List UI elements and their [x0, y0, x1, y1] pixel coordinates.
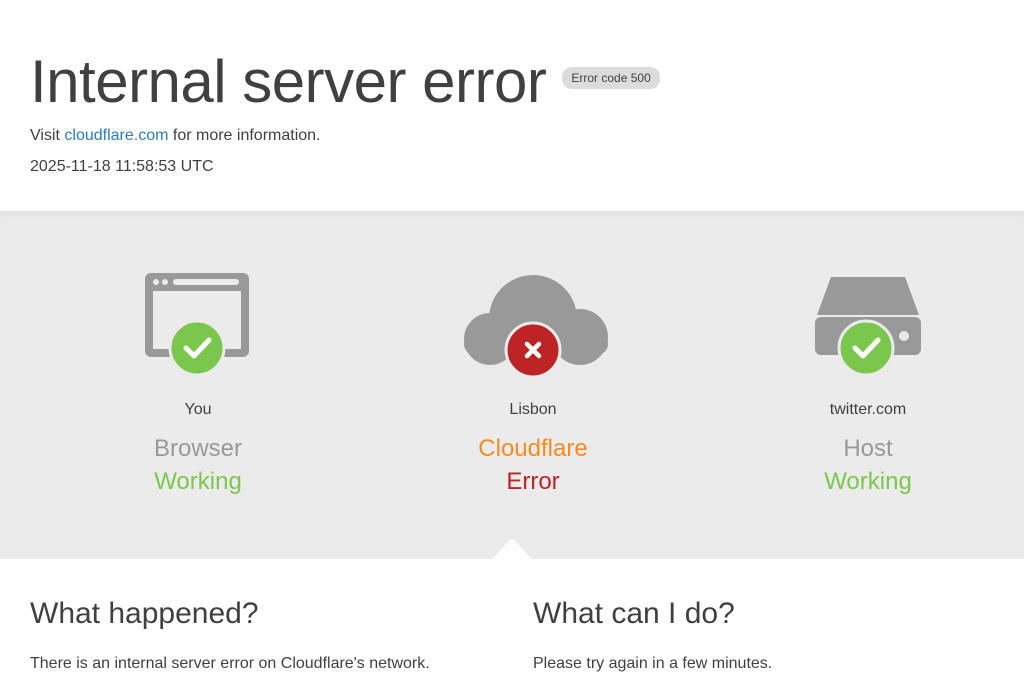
browser-icon	[145, 273, 249, 377]
what-can-i-do-title: What can I do?	[533, 597, 735, 630]
what-happened-title: What happened?	[30, 597, 259, 630]
what-can-i-do-text: Please try again in a few minutes.	[533, 655, 773, 672]
error-header: Internal server error Error code 500 Vis…	[0, 0, 1024, 211]
host-status: Working	[824, 468, 912, 495]
error-pointer	[492, 538, 532, 559]
x-icon	[504, 321, 562, 379]
browser-status: Working	[154, 468, 242, 495]
title-row: Internal server error Error code 500	[30, 46, 660, 118]
check-icon	[837, 319, 895, 377]
check-icon	[168, 319, 226, 377]
status-band: You Browser Working Lisbon Cloudflare Er…	[0, 211, 1024, 559]
cloudflare-status: Error	[506, 468, 560, 495]
visit-line: Visit cloudflare.com for more informatio…	[30, 127, 321, 145]
browser-label: Browser	[153, 435, 243, 462]
what-happened-text: There is an internal server error on Clo…	[30, 655, 430, 672]
info-section: What happened? There is an internal serv…	[0, 559, 1024, 683]
host-label: Host	[843, 435, 893, 462]
host-location: twitter.com	[829, 401, 907, 418]
page-title: Internal server error	[30, 48, 547, 115]
error-code-badge: Error code 500	[562, 67, 660, 89]
browser-location: You	[184, 401, 212, 418]
cloudflare-location: Lisbon	[509, 401, 557, 418]
visit-suffix: for more information.	[168, 127, 321, 144]
error-timestamp: 2025-11-18 11:58:53 UTC	[30, 158, 214, 175]
cloud-icon	[464, 275, 608, 379]
visit-prefix: Visit	[30, 127, 65, 144]
cloudflare-label: Cloudflare	[478, 435, 588, 462]
server-icon	[815, 277, 921, 377]
status-browser: You Browser Working	[48, 211, 348, 559]
cloudflare-link[interactable]: cloudflare.com	[64, 127, 168, 144]
status-host: twitter.com Host Working	[718, 211, 1018, 559]
status-cloudflare: Lisbon Cloudflare Error	[383, 211, 683, 559]
